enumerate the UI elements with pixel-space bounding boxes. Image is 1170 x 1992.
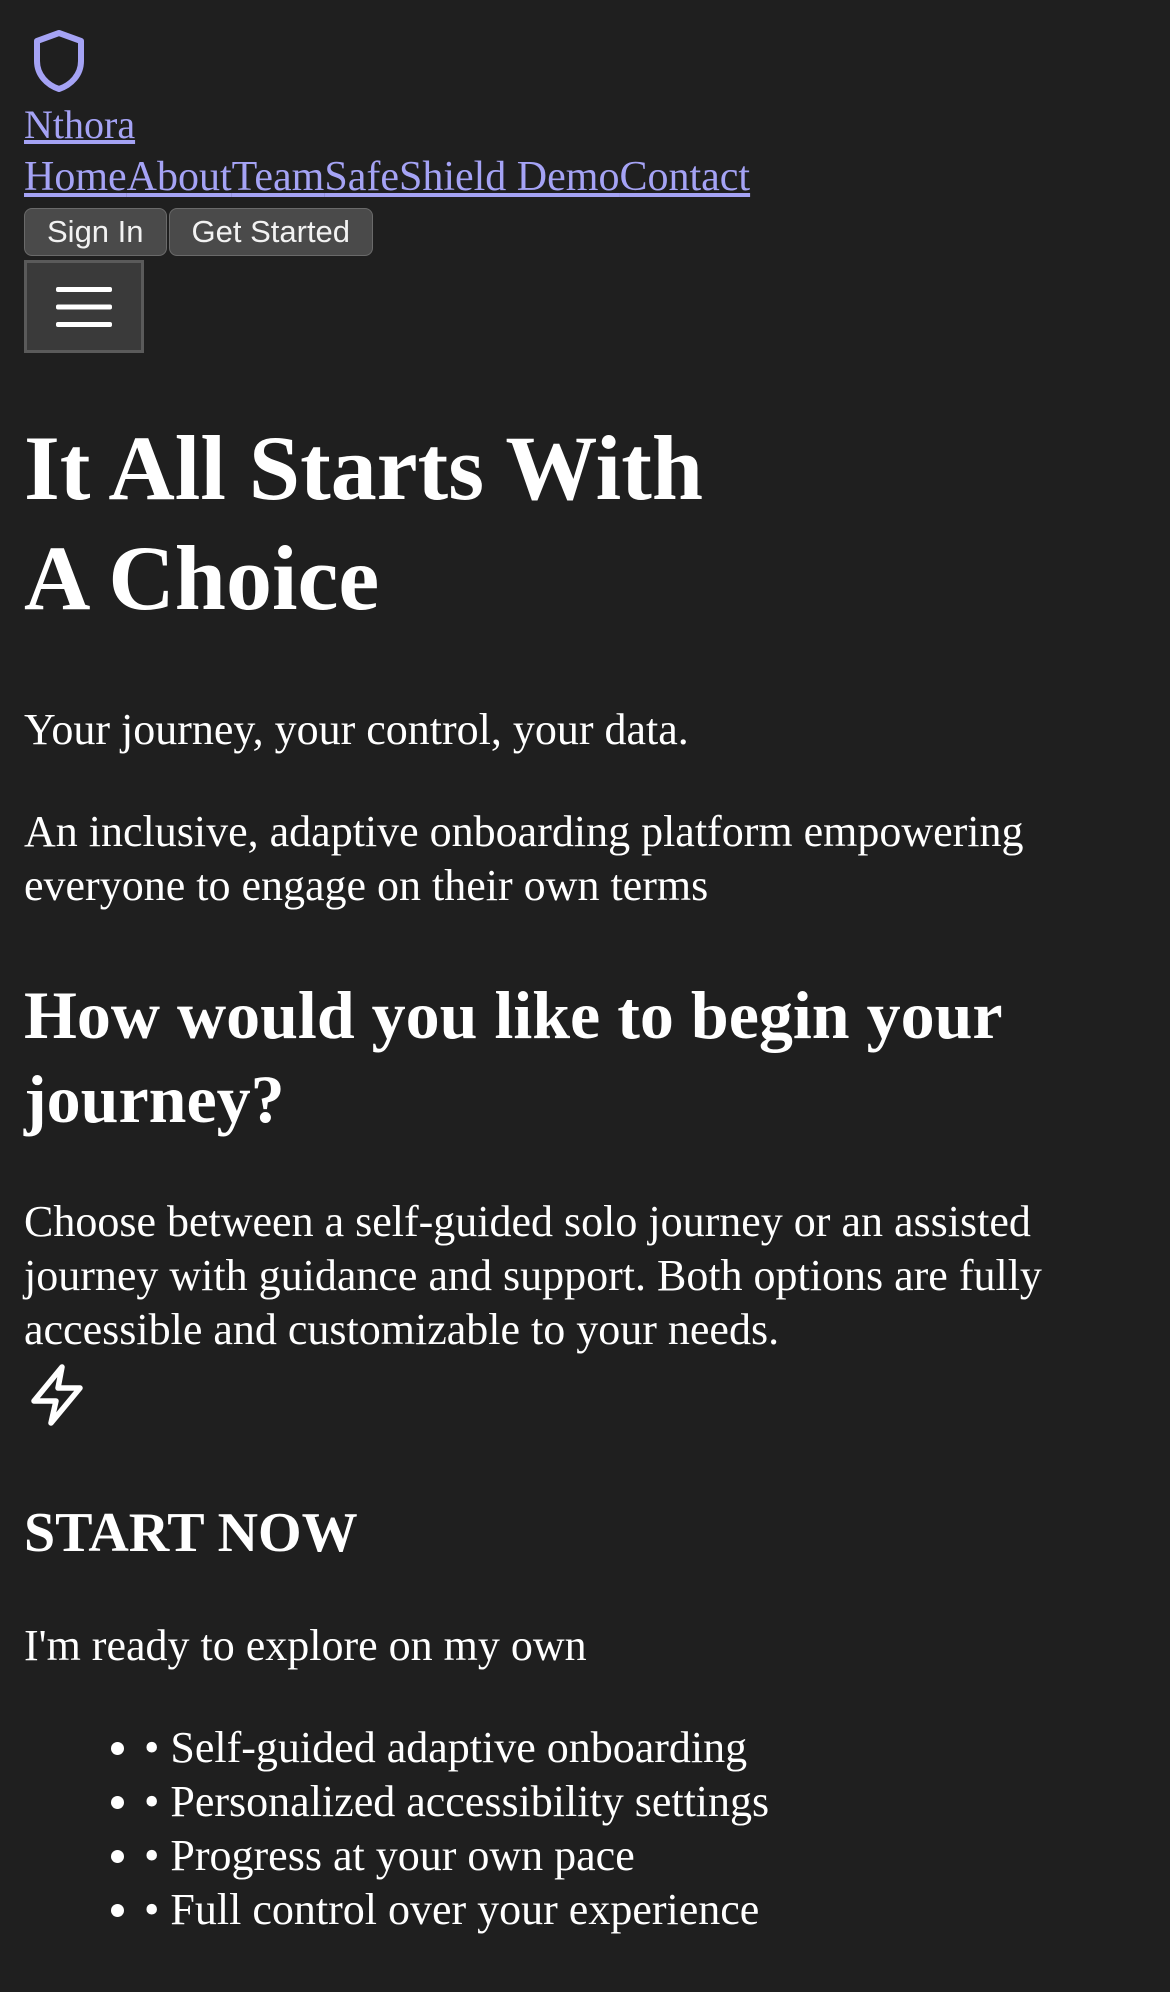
nav-item-about[interactable]: About <box>127 152 232 202</box>
option-subtitle: I'm ready to explore on my own <box>24 1621 587 1670</box>
lightning-bolt-icon <box>31 1364 83 1426</box>
nav-item-contact[interactable]: Contact <box>619 152 750 202</box>
main-content: It All Starts With A Choice Your journey… <box>24 413 1146 1937</box>
menu-toggle-button[interactable] <box>24 260 144 353</box>
feature-item: • Self-guided adaptive onboarding <box>144 1721 1146 1775</box>
journey-text: Choose between a self-guided solo journe… <box>24 1197 1042 1354</box>
journey-title: How would you like to begin your journey… <box>24 977 1002 1137</box>
hamburger-menu-icon <box>56 286 112 327</box>
feature-item: • Progress at your own pace <box>144 1829 1146 1883</box>
feature-list: • Self-guided adaptive onboarding • Pers… <box>24 1721 1146 1937</box>
site-header: Nthora Home About Team SafeShield Demo C… <box>24 28 1146 353</box>
hero-description: An inclusive, adaptive onboarding platfo… <box>24 807 1024 910</box>
shield-icon <box>34 30 84 92</box>
hero-title-line-2: A Choice <box>24 527 380 629</box>
auth-buttons: Sign In Get Started <box>24 208 1146 256</box>
page: Nthora Home About Team SafeShield Demo C… <box>0 28 1170 1937</box>
nav-item-team[interactable]: Team <box>232 152 325 202</box>
option-title: START NOW <box>24 1502 358 1564</box>
brand-link[interactable]: Nthora <box>24 28 1146 150</box>
hero-title: It All Starts With A Choice <box>24 413 1146 633</box>
brand-name[interactable]: Nthora <box>24 100 135 150</box>
start-now-option[interactable]: START NOW I'm ready to explore on my own… <box>24 1361 1146 1937</box>
sign-in-button[interactable]: Sign In <box>24 208 167 256</box>
main-nav: Home About Team SafeShield Demo Contact <box>24 152 1146 202</box>
get-started-button[interactable]: Get Started <box>168 208 374 256</box>
nav-item-home[interactable]: Home <box>24 152 127 202</box>
hero-title-line-1: It All Starts With <box>24 417 704 519</box>
nav-item-safeshield-demo[interactable]: SafeShield Demo <box>324 152 619 202</box>
feature-item: • Personalized accessibility settings <box>144 1775 1146 1829</box>
hero-tagline: Your journey, your control, your data. <box>24 705 689 754</box>
feature-item: • Full control over your experience <box>144 1883 1146 1937</box>
